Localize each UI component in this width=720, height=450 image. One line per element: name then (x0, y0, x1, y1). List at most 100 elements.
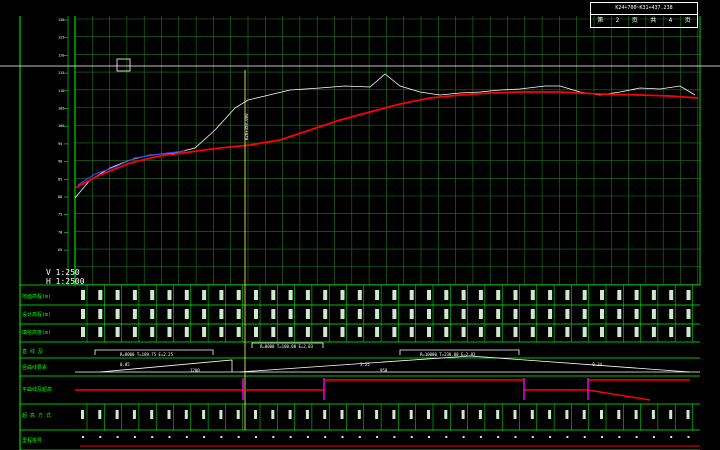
band-label-vcurve: 竖曲线要素 (22, 364, 47, 371)
band-value-glyph (340, 309, 345, 319)
station-value-glyph (357, 410, 361, 419)
band-value-glyph (651, 290, 656, 300)
station-value-glyph (340, 410, 344, 419)
band-value-glyph (565, 309, 570, 319)
band-value-glyph (427, 309, 431, 319)
band-value-glyph (530, 327, 535, 337)
station-value-glyph (254, 410, 257, 419)
band-value-glyph (219, 309, 224, 319)
station-dot (670, 436, 673, 438)
band-value-glyph (202, 309, 207, 319)
station-value-glyph (271, 410, 275, 419)
band-value-glyph (340, 327, 345, 337)
station-dot (531, 436, 534, 438)
elevation-tick: 70 (58, 230, 62, 234)
band-value-glyph (582, 309, 587, 319)
band-value-glyph (167, 327, 172, 337)
total-number: 4 (668, 17, 673, 24)
station-value-glyph (288, 410, 292, 419)
grade-length-1: 1200 (190, 368, 200, 373)
station-dot (203, 436, 206, 438)
band-value-glyph (548, 290, 553, 300)
band-value-glyph (686, 309, 691, 319)
band-value-glyph (254, 290, 258, 300)
band-value-glyph (375, 309, 380, 319)
band-value-glyph (513, 309, 518, 319)
elevation-tick: 65 (58, 248, 62, 252)
cad-drawing-canvas[interactable]: 130 125 120 115 110 105 100 95 90 85 80 75 70 65 K28+… (0, 0, 720, 450)
station-value-glyph (461, 410, 465, 419)
band-value-glyph (271, 290, 276, 300)
canvas-background (0, 0, 720, 450)
station-value-glyph (219, 410, 223, 419)
station-dot (255, 436, 257, 438)
station-value-glyph (496, 410, 500, 419)
band-value-glyph (565, 327, 570, 337)
station-value-glyph (167, 410, 171, 419)
station-value-glyph (513, 410, 517, 419)
band-value-glyph (323, 309, 328, 319)
band-value-glyph (323, 327, 328, 337)
band-value-glyph (81, 290, 85, 300)
title-code: K24+700~K31+437.238 (591, 3, 697, 15)
station-dot (687, 436, 690, 438)
band-value-glyph (288, 327, 293, 337)
station-dot (583, 436, 586, 438)
band-value-glyph (617, 290, 622, 300)
band-value-glyph (150, 290, 155, 300)
band-value-glyph (461, 309, 466, 319)
station-value-glyph (530, 410, 534, 419)
band-value-glyph (686, 327, 691, 337)
vertical-scale: V 1:250 (46, 268, 80, 277)
total-label: 共 (650, 17, 657, 24)
band-value-glyph (357, 290, 362, 300)
band-value-glyph (669, 327, 674, 337)
band-value-glyph (669, 309, 674, 319)
elevation-tick: 130 (58, 18, 64, 22)
station-value-glyph (81, 410, 84, 419)
station-value-glyph (150, 410, 154, 419)
band-value-glyph (150, 327, 155, 337)
sheet-label: 第 (597, 17, 604, 24)
band-value-glyph (427, 290, 431, 300)
band-value-glyph (375, 327, 380, 337)
station-dot (151, 436, 154, 438)
station-value-glyph (132, 410, 136, 419)
band-value-glyph (548, 327, 553, 337)
elevation-tick: 125 (58, 36, 64, 40)
band-value-glyph (651, 327, 656, 337)
band-value-glyph (496, 290, 501, 300)
elevation-tick: 80 (58, 195, 62, 199)
band-value-glyph (375, 290, 380, 300)
elevation-tick: 120 (58, 53, 64, 57)
band-value-glyph (115, 327, 120, 337)
band-value-glyph (305, 290, 310, 300)
band-value-glyph (444, 327, 449, 337)
station-value-glyph (115, 410, 119, 419)
station-dot (601, 436, 603, 438)
station-dot (289, 436, 292, 438)
grade-label-2: 3.25 (360, 362, 370, 367)
station-value-glyph (236, 410, 240, 419)
band-value-glyph (530, 290, 535, 300)
station-dot (237, 436, 240, 438)
station-value-glyph (686, 410, 690, 419)
band-value-glyph (392, 309, 397, 319)
band-value-glyph (392, 327, 397, 337)
station-value-glyph (427, 410, 430, 419)
sheet-unit: 页 (631, 17, 638, 24)
station-dot (220, 436, 223, 438)
band-value-glyph (409, 309, 414, 319)
band-value-glyph (530, 309, 535, 319)
station-dot (306, 436, 309, 438)
band-value-glyph (288, 309, 293, 319)
band-value-glyph (81, 327, 85, 337)
band-label-hcurve: 平曲线及超高 (22, 386, 52, 393)
band-value-glyph (254, 327, 258, 337)
band-value-glyph (81, 309, 85, 319)
station-dot (462, 436, 465, 438)
band-value-glyph (236, 290, 241, 300)
station-dot (549, 436, 552, 438)
band-label-design: 设计高程(m) (22, 311, 51, 318)
band-value-glyph (513, 327, 518, 337)
